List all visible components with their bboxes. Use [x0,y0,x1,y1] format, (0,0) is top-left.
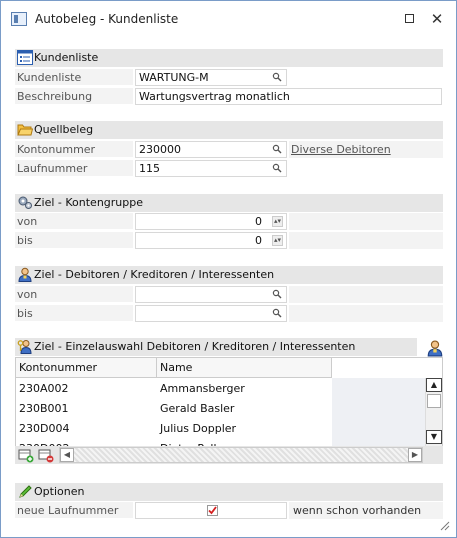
column-header-kontonummer[interactable]: Kontonummer [16,358,157,378]
lookup-icon[interactable] [272,308,282,318]
kontonummer-field[interactable]: 230000 [135,141,287,158]
vertical-scrollbar[interactable]: ▲ ▼ [425,378,442,447]
section-quellbeleg: Quellbeleg [15,121,443,139]
section-title-quellbeleg: Quellbeleg [34,123,94,136]
window-title: Autobeleg - Kundenliste [35,12,179,26]
table-row[interactable]: 230A002 Ammansberger [16,379,332,399]
spin-icon[interactable]: ▴▾ [272,235,283,246]
list-icon [17,50,33,65]
lookup-icon[interactable] [272,289,282,299]
section-title-ziel-kontengruppe: Ziel - Kontengruppe [34,196,144,209]
person-key-icon [17,340,32,354]
section-kundenliste: Kundenliste [15,49,443,67]
add-row-icon[interactable] [18,447,34,463]
section-ziel-kontengruppe: Ziel - Kontengruppe [15,194,443,212]
label-beschreibung: Beschreibung [15,88,133,105]
kontengruppe-von-description [289,213,443,230]
cell-kontonummer: 230D004 [19,422,70,435]
scroll-right-icon[interactable]: ▶ [408,448,422,462]
neue-laufnummer-hint: wenn schon vorhanden [289,502,443,519]
section-ziel-einzelauswahl: Ziel - Einzelauswahl Debitoren / Kredito… [15,338,417,356]
spin-icon[interactable]: ▴▾ [272,216,283,227]
close-button[interactable]: ✕ [426,9,448,29]
label-kontengruppe-bis: bis [15,232,133,249]
label-laufnummer: Laufnummer [15,160,133,177]
label-kundenliste: Kundenliste [15,69,133,86]
grid-empty-area [332,378,425,447]
column-header-name[interactable]: Name [157,358,332,378]
debitoren-bis-field[interactable] [135,305,287,322]
checkbox-checked-icon[interactable] [207,505,218,516]
laufnummer-value: 115 [139,162,160,175]
person-icon [427,340,443,357]
maximize-icon [404,14,414,23]
section-optionen: Optionen [15,483,443,501]
section-ziel-debitoren: Ziel - Debitoren / Kreditoren / Interess… [15,266,443,284]
debitoren-von-description [289,286,443,303]
beschreibung-value: Wartungsvertrag monatlich [139,90,290,103]
section-title-optionen: Optionen [34,485,85,498]
kontonummer-description: Diverse Debitoren [289,141,443,158]
lookup-icon[interactable] [272,72,282,82]
label-neue-laufnummer: neue Laufnummer [15,502,133,519]
lookup-icon[interactable] [272,144,282,154]
section-title-kundenliste: Kundenliste [34,51,99,64]
horizontal-scrollbar[interactable]: ◀ ▶ [59,447,423,463]
cell-kontonummer: 230B001 [19,402,69,415]
kontengruppe-von-field[interactable]: 0 ▴▾ [135,213,287,230]
kontengruppe-bis-value: 0 [255,234,262,247]
resize-grip-icon[interactable] [438,519,450,531]
person-icon [18,267,32,282]
kontengruppe-von-value: 0 [255,215,262,228]
pencil-icon [19,485,32,498]
label-debitoren-bis: bis [15,305,133,322]
scroll-left-icon[interactable]: ◀ [60,448,74,462]
grid-header: Kontonummer Name [16,358,332,378]
debitoren-von-field[interactable] [135,286,287,303]
debitoren-bis-description [289,305,443,322]
kundenliste-value: WARTUNG-M [139,71,209,84]
lookup-icon[interactable] [272,163,282,173]
delete-row-icon[interactable] [38,447,54,463]
kundenliste-field[interactable]: WARTUNG-M [135,69,287,86]
cell-name: Gerald Basler [160,402,235,415]
neue-laufnummer-checkbox-field[interactable] [135,502,287,519]
kontonummer-value: 230000 [139,143,181,156]
app-icon [11,12,27,26]
section-title-ziel-debitoren: Ziel - Debitoren / Kreditoren / Interess… [34,268,275,281]
beschreibung-field[interactable]: Wartungsvertrag monatlich [135,88,442,105]
label-kontengruppe-von: von [15,213,133,230]
gear-group-icon [18,196,32,209]
select-persons-button[interactable] [426,339,444,357]
cell-kontonummer: 230A002 [19,382,69,395]
cell-name: Julius Doppler [160,422,237,435]
label-kontonummer: Kontonummer [15,141,133,158]
maximize-button[interactable] [398,9,420,29]
kontengruppe-bis-description [289,232,443,249]
grid-toolbar: ◀ ▶ [15,446,443,464]
title-bar: Autobeleg - Kundenliste ✕ [1,1,456,37]
label-debitoren-von: von [15,286,133,303]
kontonummer-link[interactable]: Diverse Debitoren [291,143,391,156]
scroll-down-icon[interactable]: ▼ [426,430,442,444]
section-title-ziel-einzelauswahl: Ziel - Einzelauswahl Debitoren / Kredito… [34,340,356,353]
einzelauswahl-grid: Kontonummer Name 230A002 Ammansberger 23… [15,357,443,448]
app-window: Autobeleg - Kundenliste ✕ Kundenliste Ku… [0,0,457,538]
close-icon: ✕ [430,10,444,28]
table-row[interactable]: 230D004 Julius Doppler [16,419,332,439]
laufnummer-field[interactable]: 115 [135,160,287,177]
table-row[interactable]: 230B001 Gerald Basler [16,399,332,419]
scroll-up-icon[interactable]: ▲ [426,378,442,392]
scroll-thumb[interactable] [427,394,441,408]
folder-icon [17,124,33,136]
kontengruppe-bis-field[interactable]: 0 ▴▾ [135,232,287,249]
cell-name: Ammansberger [160,382,245,395]
